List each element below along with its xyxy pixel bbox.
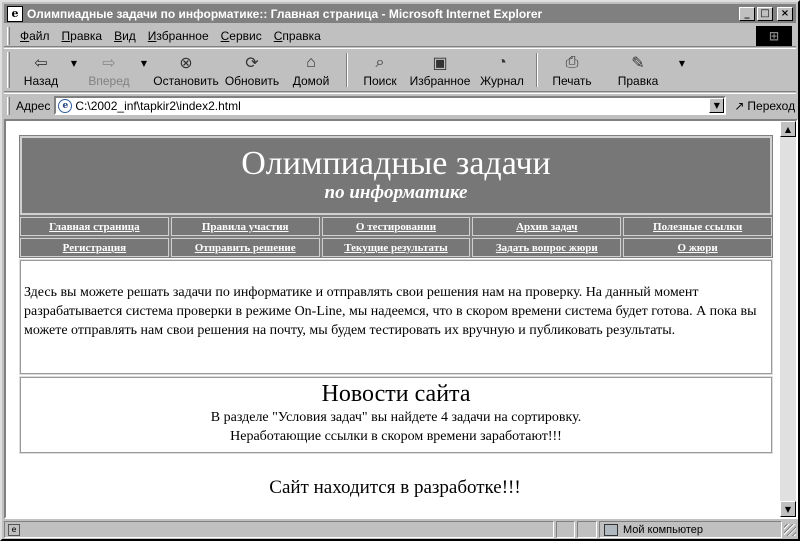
favorites-folder-icon: ▣	[432, 55, 448, 72]
back-arrow-icon: ⇦	[34, 55, 48, 72]
banner-title: Олимпиадные задачи	[241, 145, 551, 182]
news-section: Новости сайта В разделе "Условия задач" …	[19, 376, 773, 454]
status-cell	[577, 521, 597, 538]
search-icon: ⌕	[375, 54, 385, 71]
address-label: Адрес	[16, 98, 51, 113]
go-button[interactable]: ↗ Переход	[734, 99, 795, 113]
menu-help[interactable]: Справка	[268, 29, 327, 43]
minimize-button[interactable]: _	[739, 6, 755, 21]
edit-button[interactable]: ✎ Правка	[600, 49, 676, 91]
toolbar-separator	[346, 53, 348, 87]
banner-subtitle: по информатике	[324, 182, 468, 203]
printer-icon: ⎙	[565, 54, 579, 71]
menu-bar: Файл Правка Вид Избранное Сервис Справка…	[4, 25, 796, 47]
search-button[interactable]: ⌕ Поиск	[354, 49, 406, 91]
maximize-button[interactable]: □	[757, 6, 773, 21]
address-bar: Адрес e C:\2002_inf\tapkir2\index2.html …	[4, 93, 796, 117]
nav-results[interactable]: Текущие результаты	[320, 237, 472, 258]
address-grip	[7, 96, 10, 115]
menu-tools[interactable]: Сервис	[215, 29, 268, 43]
print-button[interactable]: ⎙ Печать	[544, 49, 600, 91]
toolbar-separator	[536, 53, 538, 87]
menu-view[interactable]: Вид	[108, 29, 142, 43]
menu-file[interactable]: Файл	[14, 29, 56, 43]
back-button[interactable]: ⇦ Назад	[14, 49, 68, 91]
window-title: Олимпиадные задачи по информатике:: Глав…	[27, 6, 543, 21]
news-item: Неработающие ссылки в скором времени зар…	[230, 429, 562, 444]
back-label: Назад	[23, 74, 59, 88]
menu-favorites[interactable]: Избранное	[142, 29, 215, 43]
forward-arrow-icon: ⇨	[102, 55, 116, 72]
stop-icon: ⊗	[179, 55, 193, 72]
news-item: В разделе "Условия задач" вы найдете 4 з…	[210, 410, 582, 425]
status-cell	[555, 521, 576, 538]
browser-viewport: Олимпиадные задачи по информатике Главна…	[4, 119, 798, 519]
go-arrow-icon: ↗	[734, 98, 745, 113]
nav-links[interactable]: Полезные ссылки	[622, 216, 773, 237]
windows-logo-icon: ⊞	[756, 26, 792, 46]
menu-grip	[7, 26, 10, 45]
nav-home[interactable]: Главная страница	[19, 216, 170, 237]
ie-logo-icon: e	[7, 5, 23, 22]
title-bar[interactable]: e Олимпиадные задачи по информатике:: Гл…	[4, 4, 796, 23]
history-icon: ◔	[497, 54, 507, 71]
zone-label: Мой компьютер	[622, 523, 704, 536]
under-construction-note: Сайт находится в разработке!!!	[269, 477, 521, 498]
favorites-label: Избранное	[409, 74, 471, 88]
page-content: Олимпиадные задачи по информатике Главна…	[6, 121, 784, 517]
home-button[interactable]: ⌂ Домой	[282, 49, 340, 91]
resize-grip[interactable]	[784, 523, 796, 536]
page-icon: e	[58, 98, 73, 113]
page-layout: Олимпиадные задачи по информатике Главна…	[19, 135, 773, 454]
nav-archive[interactable]: Архив задач	[471, 216, 623, 237]
go-label: Переход	[747, 98, 796, 113]
nav-testing[interactable]: О тестировании	[320, 216, 472, 237]
nav-rules[interactable]: Правила участия	[169, 216, 321, 237]
forward-label: Вперед	[88, 74, 130, 88]
standard-toolbar: ⇦ Назад ▼ ⇨ Вперед ▼ ⊗ Остановить ⟳ Обно…	[4, 48, 796, 92]
home-label: Домой	[292, 74, 330, 88]
vertical-scrollbar[interactable]: ▲ ▼	[780, 121, 796, 517]
toolbar-grip	[7, 52, 10, 88]
page-status-icon: e	[8, 523, 20, 536]
scroll-up-button[interactable]: ▲	[780, 121, 796, 137]
edit-dropdown[interactable]: ▼	[676, 49, 688, 91]
history-button[interactable]: ◔ Журнал	[474, 49, 530, 91]
computer-icon	[603, 523, 618, 536]
forward-button[interactable]: ⇨ Вперед	[80, 49, 138, 91]
nav-submit[interactable]: Отправить решение	[169, 237, 321, 258]
edit-label: Правка	[617, 74, 659, 88]
menu-edit[interactable]: Правка	[56, 29, 109, 43]
favorites-button[interactable]: ▣ Избранное	[406, 49, 474, 91]
back-dropdown[interactable]: ▼	[68, 49, 80, 91]
address-dropdown-button[interactable]: ▼	[709, 98, 725, 113]
security-zone: Мой компьютер	[598, 521, 783, 538]
close-button[interactable]: ×	[777, 6, 793, 21]
refresh-icon: ⟳	[245, 55, 259, 72]
site-navigation: Главная страница Правила участия О тести…	[19, 216, 773, 258]
refresh-button[interactable]: ⟳ Обновить	[222, 49, 282, 91]
status-main: e	[4, 521, 554, 538]
status-bar: e Мой компьютер	[4, 520, 796, 539]
print-label: Печать	[552, 74, 592, 88]
home-icon: ⌂	[306, 54, 316, 71]
search-label: Поиск	[363, 74, 397, 88]
nav-registration[interactable]: Регистрация	[19, 237, 170, 258]
ie-window: e Олимпиадные задачи по информатике:: Гл…	[0, 0, 800, 541]
edit-icon: ✎	[631, 55, 645, 72]
forward-dropdown[interactable]: ▼	[138, 49, 150, 91]
refresh-label: Обновить	[224, 74, 280, 88]
intro-text: Здесь вы можете решать задачи по информа…	[19, 259, 773, 375]
nav-about-jury[interactable]: О жюри	[622, 237, 773, 258]
scroll-down-button[interactable]: ▼	[780, 501, 796, 517]
nav-ask-jury[interactable]: Задать вопрос жюри	[471, 237, 623, 258]
news-title: Новости сайта	[321, 381, 471, 407]
address-input[interactable]: e C:\2002_inf\tapkir2\index2.html ▼	[54, 96, 727, 115]
stop-button[interactable]: ⊗ Остановить	[150, 49, 222, 91]
history-label: Журнал	[480, 74, 524, 88]
address-url: C:\2002_inf\tapkir2\index2.html	[75, 98, 241, 113]
stop-label: Остановить	[153, 74, 219, 88]
site-banner: Олимпиадные задачи по информатике	[19, 135, 773, 216]
